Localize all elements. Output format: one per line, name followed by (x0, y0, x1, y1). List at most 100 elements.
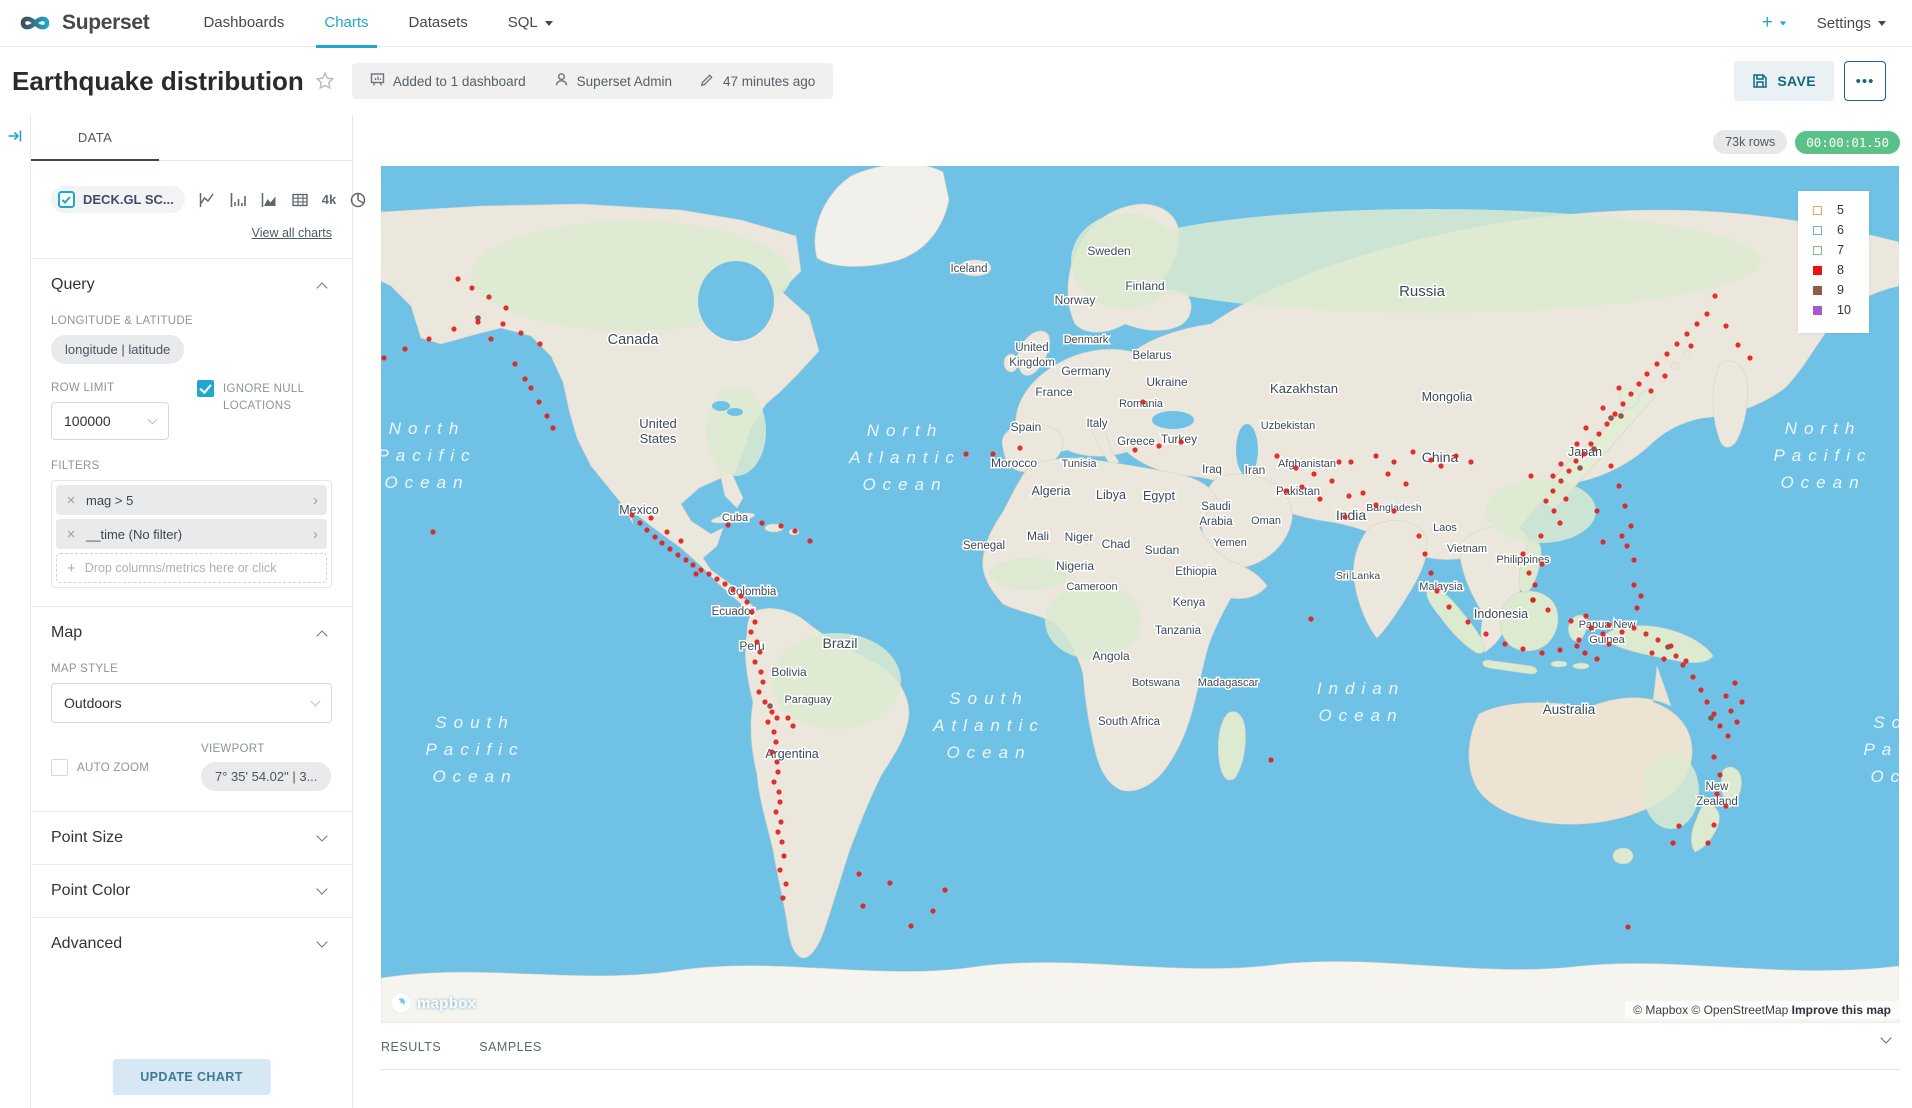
panel-tabbar: DATA (31, 115, 352, 161)
earthquake-point (652, 534, 657, 539)
ignore-null-checkbox[interactable] (197, 380, 214, 397)
earthquake-point (1178, 439, 1183, 444)
earthquake-point (1725, 733, 1730, 738)
earthquake-point (1739, 699, 1744, 704)
pie-chart-icon[interactable] (349, 191, 367, 209)
earthquake-point (1373, 502, 1378, 507)
earthquake-point (1274, 453, 1279, 458)
earthquake-point (1620, 401, 1625, 406)
world-map[interactable]: CanadaUnitedStatesMexicoCubaColombiaEcua… (381, 166, 1899, 1023)
earthquake-point (775, 829, 780, 834)
user-icon (554, 72, 569, 90)
viewport-value-pill[interactable]: 7° 35' 54.02" | 3... (201, 762, 331, 791)
meta-dashboard[interactable]: Added to 1 dashboard (370, 72, 526, 90)
section-point-color[interactable]: Point Color (31, 864, 352, 917)
star-icon[interactable] (314, 70, 336, 92)
edit-filter-icon[interactable]: › (313, 526, 318, 543)
section-query[interactable]: Query (51, 259, 332, 300)
filter-label: __time (No filter) (86, 527, 313, 542)
save-button[interactable]: SAVE (1734, 61, 1834, 101)
earthquake-point (629, 512, 634, 517)
tab-data[interactable]: DATA (31, 115, 159, 161)
earthquake-point (1428, 570, 1433, 575)
legend-label: 9 (1837, 283, 1853, 297)
section-map[interactable]: Map (51, 607, 332, 648)
collapse-panel-icon[interactable] (7, 128, 23, 144)
meta-user[interactable]: Superset Admin (554, 72, 672, 90)
svg-text:Ecuador: Ecuador (712, 606, 755, 618)
legend-swatch-icon (1813, 246, 1822, 255)
earthquake-point (1543, 498, 1548, 503)
checkbox-checked-icon (58, 191, 75, 208)
tab-results[interactable]: RESULTS (381, 1040, 441, 1069)
section-point-size[interactable]: Point Size (31, 811, 352, 864)
filter-pill[interactable]: ×__time (No filter)› (56, 519, 327, 549)
meta-pencil[interactable]: 47 minutes ago (700, 72, 815, 90)
legend-label: 7 (1837, 243, 1853, 257)
earthquake-point (518, 330, 523, 335)
new-item-button[interactable]: + (1762, 12, 1787, 34)
earthquake-point (1538, 533, 1543, 538)
chevron-up-icon (316, 282, 327, 293)
view-all-charts-link[interactable]: View all charts (51, 226, 332, 240)
nav-item-sql[interactable]: SQL (488, 0, 573, 47)
earthquake-point (1619, 629, 1624, 634)
svg-text:France: France (1035, 385, 1073, 399)
lonlat-value-pill[interactable]: longitude | latitude (51, 335, 184, 364)
map-style-select[interactable]: Outdoors (51, 683, 332, 723)
plus-icon: + (1762, 12, 1773, 34)
nav-item-datasets[interactable]: Datasets (389, 0, 488, 47)
earthquake-point (856, 871, 861, 876)
tab-samples[interactable]: SAMPLES (479, 1040, 542, 1069)
row-limit-select[interactable]: 100000 (51, 402, 169, 440)
svg-text:Ethiopia: Ethiopia (1175, 566, 1217, 578)
line-chart-icon[interactable] (198, 191, 216, 209)
section-advanced[interactable]: Advanced (31, 917, 352, 970)
superset-logo[interactable]: Superset (16, 11, 149, 35)
improve-map-link[interactable]: Improve this map (1792, 1003, 1891, 1017)
viz-type-pill[interactable]: DECK.GL SC... (51, 186, 185, 213)
nav-item-charts[interactable]: Charts (304, 0, 388, 47)
more-options-button[interactable]: ••• (1844, 61, 1886, 101)
remove-filter-icon[interactable]: × (56, 492, 86, 509)
svg-text:China: China (1422, 449, 1459, 465)
filter-pill[interactable]: ×mag > 5› (56, 485, 327, 515)
magnitude-legend: 5678910 (1798, 191, 1869, 333)
earthquake-point (792, 528, 797, 533)
svg-text:Tanzania: Tanzania (1155, 625, 1202, 637)
mapbox-logo[interactable]: mapbox (390, 992, 476, 1014)
earthquake-point (769, 749, 774, 754)
collapse-results-icon[interactable] (1882, 1033, 1894, 1051)
earthquake-point (730, 587, 735, 592)
attribution-text[interactable]: © Mapbox © OpenStreetMap (1633, 1003, 1791, 1017)
svg-text:Sweden: Sweden (1087, 244, 1130, 258)
earthquake-point (760, 679, 765, 684)
remove-filter-icon[interactable]: × (56, 526, 86, 543)
earthquake-point (790, 723, 795, 728)
earthquake-point (455, 276, 460, 281)
earthquake-point (1468, 459, 1473, 464)
table-icon[interactable] (291, 191, 309, 209)
auto-zoom-checkbox[interactable] (51, 759, 68, 776)
settings-menu[interactable]: Settings (1817, 15, 1886, 32)
settings-label: Settings (1817, 15, 1871, 32)
map-style-label: MAP STYLE (51, 663, 332, 675)
deckgl-scatter-map[interactable]: CanadaUnitedStatesMexicoCubaColombiaEcua… (381, 166, 1899, 1023)
query-status-row: 73k rows 00:00:01.50 (381, 130, 1900, 154)
drop-columns-zone[interactable]: + Drop columns/metrics here or click (56, 553, 327, 583)
section-title: Advanced (51, 935, 122, 953)
earthquake-point (1608, 415, 1614, 421)
earthquake-point (1520, 551, 1525, 556)
more-viz-count[interactable]: 4k (322, 192, 336, 207)
earthquake-point (1661, 656, 1666, 661)
update-chart-button[interactable]: UPDATE CHART (112, 1059, 270, 1095)
legend-swatch-icon (1813, 266, 1822, 275)
edit-filter-icon[interactable]: › (313, 492, 318, 509)
earthquake-point (942, 887, 947, 892)
earthquake-point (1638, 593, 1643, 598)
nav-item-dashboards[interactable]: Dashboards (183, 0, 304, 47)
mapbox-wordmark: mapbox (417, 995, 476, 1012)
area-chart-icon[interactable] (260, 191, 278, 209)
svg-text:Denmark: Denmark (1064, 334, 1109, 346)
bar-chart-icon[interactable] (229, 191, 247, 209)
